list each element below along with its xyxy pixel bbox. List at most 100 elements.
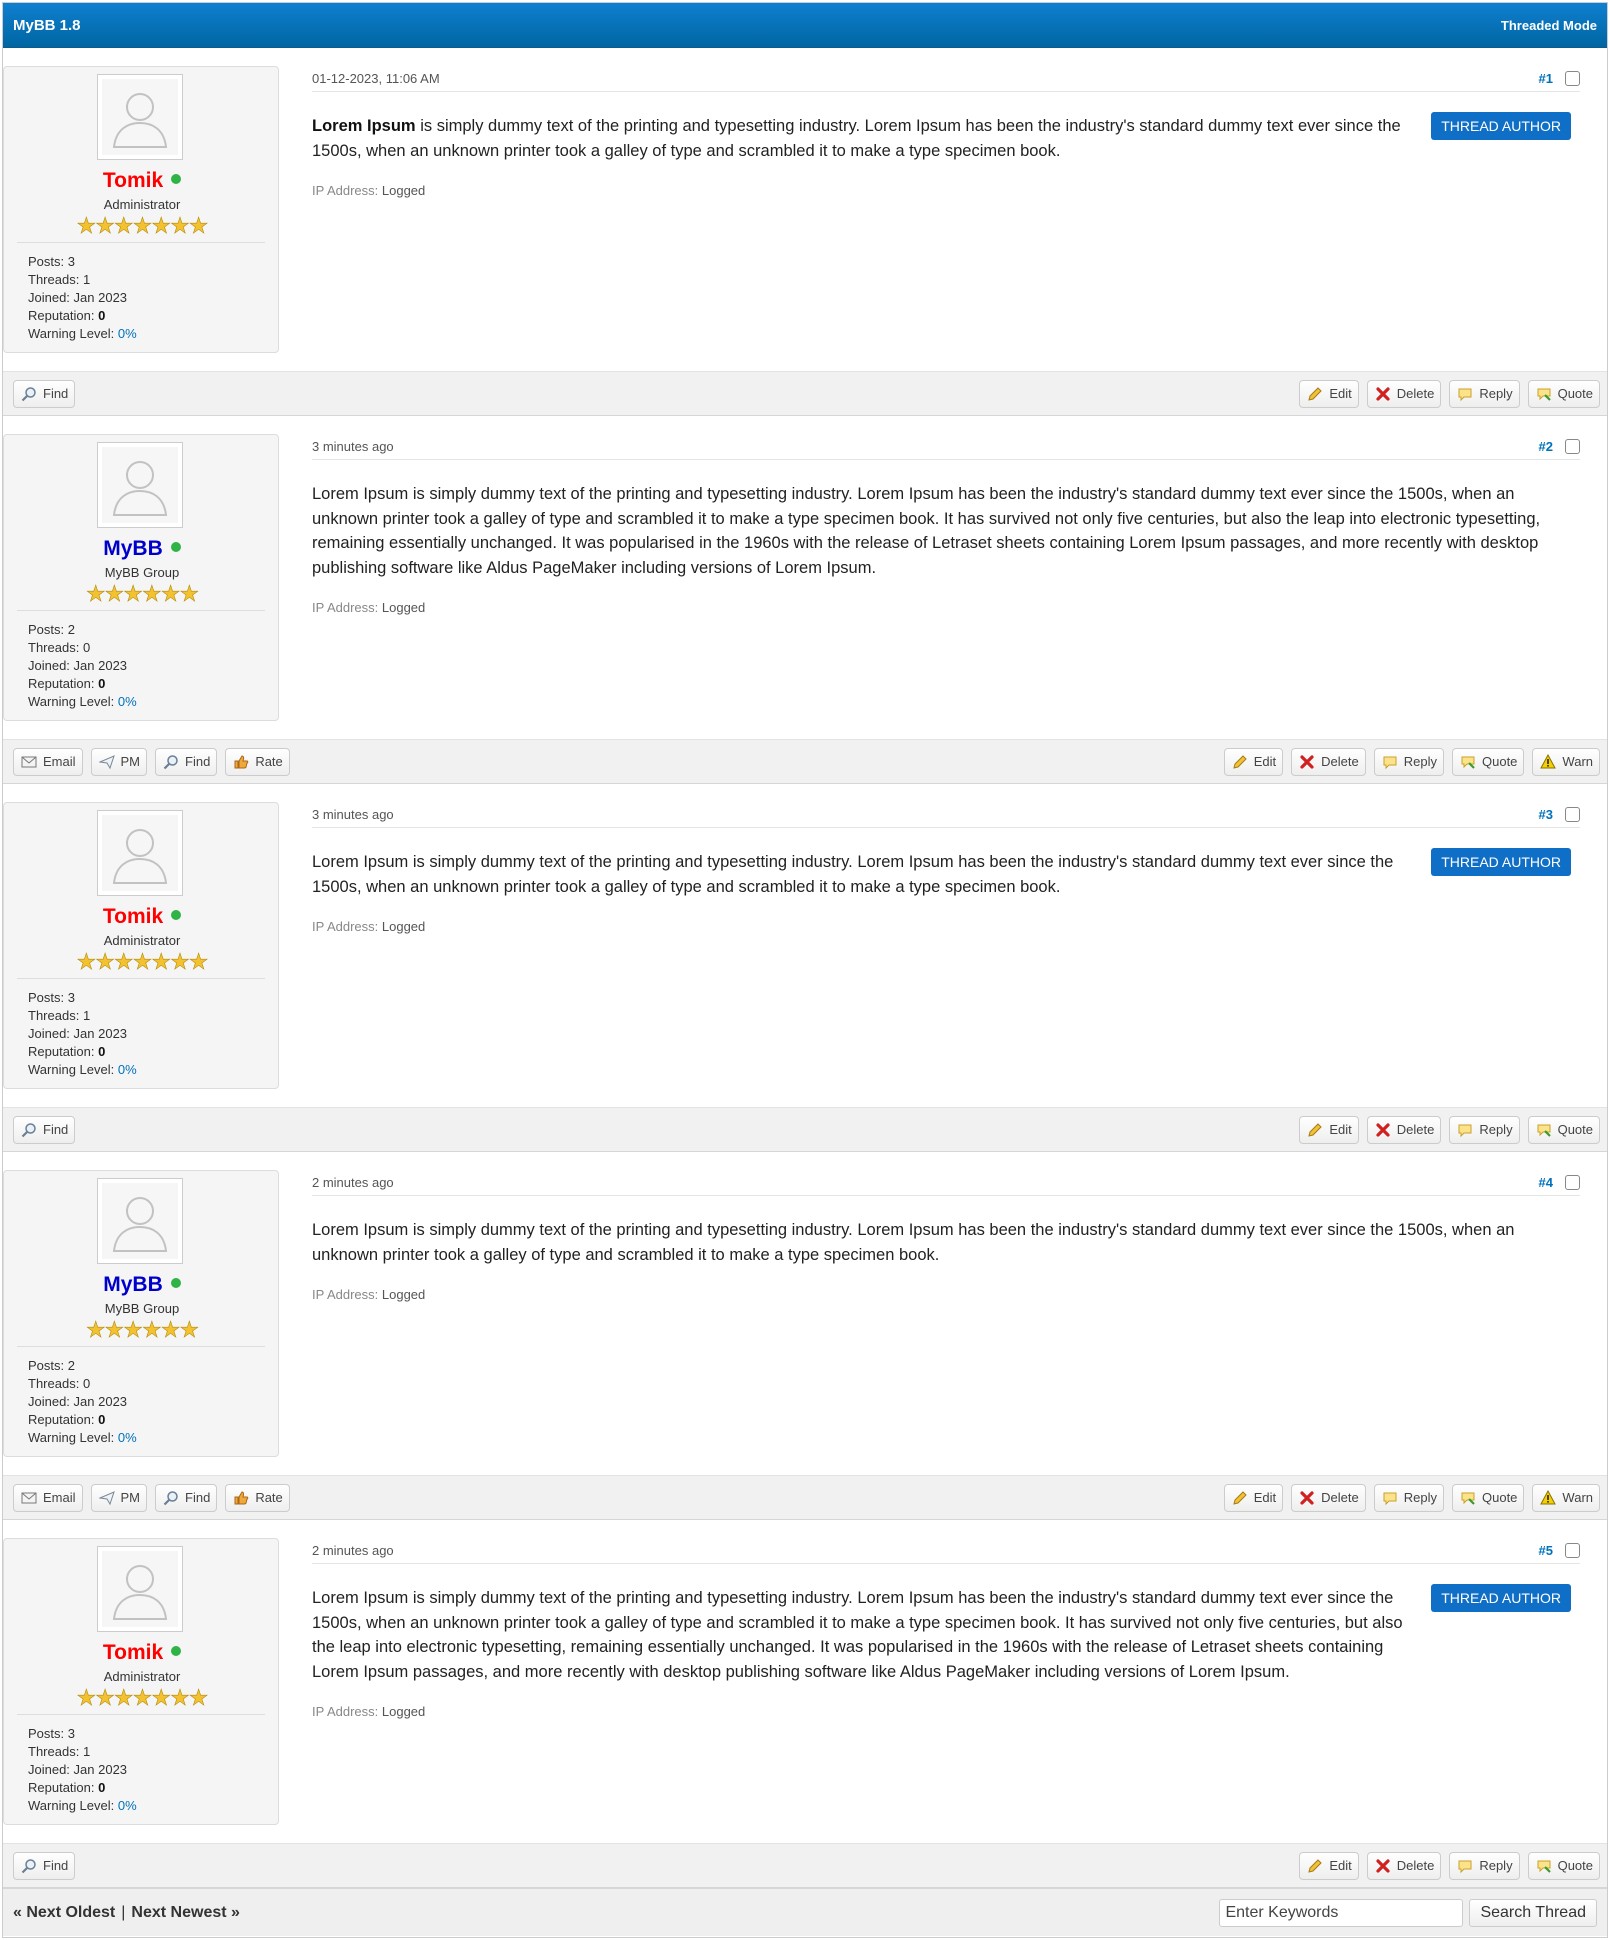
- email-button[interactable]: Email: [13, 747, 83, 776]
- thread-footer: « Next Oldest | Next Newest » Search Threa…: [3, 1888, 1607, 1936]
- avatar[interactable]: [97, 1178, 183, 1264]
- reputation-value[interactable]: 0: [98, 676, 105, 691]
- threaded-mode-link[interactable]: Threaded Mode: [1501, 18, 1597, 33]
- post-select-checkbox[interactable]: [1565, 1543, 1580, 1558]
- user-stats: Posts: 2 Threads: 0 Joined: Jan 2023 Rep…: [28, 622, 137, 709]
- search-keywords-input[interactable]: [1219, 1898, 1464, 1927]
- delete-x-icon: [1374, 385, 1392, 403]
- quote-bubble-icon: [1535, 385, 1553, 403]
- avatar[interactable]: [97, 442, 183, 528]
- quote-bubble-icon: [1535, 1121, 1553, 1139]
- username[interactable]: Tomik: [4, 169, 280, 193]
- post-select-checkbox[interactable]: [1565, 1175, 1580, 1190]
- username[interactable]: MyBB: [4, 1273, 280, 1297]
- reply-button[interactable]: Reply: [1449, 1851, 1520, 1880]
- post-buttons: Find Edit Delete Reply Quote: [3, 371, 1607, 415]
- post-number-link[interactable]: #5: [1539, 1543, 1553, 1558]
- username[interactable]: Tomik: [4, 1641, 280, 1665]
- reply-button[interactable]: Reply: [1449, 379, 1520, 408]
- post-number-link[interactable]: #2: [1539, 439, 1553, 454]
- pm-button[interactable]: PM: [90, 747, 148, 776]
- rate-button[interactable]: Rate: [225, 747, 290, 776]
- find-button[interactable]: Find: [13, 1851, 76, 1880]
- username[interactable]: Tomik: [4, 905, 280, 929]
- find-button[interactable]: Find: [13, 379, 76, 408]
- pm-button[interactable]: PM: [90, 1483, 148, 1512]
- threads-count: 1: [82, 1008, 91, 1023]
- find-button[interactable]: Find: [155, 1483, 218, 1512]
- edit-button[interactable]: Edit: [1223, 747, 1284, 776]
- warning-level-link[interactable]: 0%: [118, 1062, 137, 1077]
- warning-level-link[interactable]: 0%: [118, 1430, 137, 1445]
- avatar[interactable]: [97, 74, 183, 160]
- author-panel: MyBB MyBB Group ★★★★★★ Posts: 2 Threads:…: [3, 434, 279, 721]
- delete-button[interactable]: Delete: [1366, 379, 1442, 408]
- post-content: 01-12-2023, 11:06 AM #1 Lorem Ipsum is s…: [279, 48, 1607, 371]
- next-newest-link[interactable]: Next Newest »: [131, 1904, 240, 1921]
- post-number-link[interactable]: #4: [1539, 1175, 1553, 1190]
- warn-button[interactable]: Warn: [1532, 747, 1600, 776]
- email-button[interactable]: Email: [13, 1483, 83, 1512]
- delete-button[interactable]: Delete: [1366, 1115, 1442, 1144]
- delete-x-icon: [1298, 753, 1316, 771]
- reputation-value[interactable]: 0: [98, 1412, 105, 1427]
- thread-navigation: « Next Oldest | Next Newest »: [13, 1904, 240, 1922]
- post: Tomik Administrator ★★★★★★★ Posts: 3 Thr…: [3, 784, 1607, 1152]
- reputation-value[interactable]: 0: [98, 1780, 105, 1795]
- posts-count: 3: [67, 254, 75, 269]
- edit-button[interactable]: Edit: [1223, 1483, 1284, 1512]
- find-button[interactable]: Find: [155, 747, 218, 776]
- warning-level-link[interactable]: 0%: [118, 326, 137, 341]
- quote-button[interactable]: Quote: [1527, 379, 1600, 408]
- thread-author-badge: THREAD AUTHOR: [1431, 1584, 1571, 1612]
- avatar[interactable]: [97, 1546, 183, 1632]
- post-date: 2 minutes ago: [312, 1175, 394, 1190]
- envelope-icon: [20, 1489, 38, 1507]
- delete-button[interactable]: Delete: [1366, 1851, 1442, 1880]
- magnifier-icon: [162, 1489, 180, 1507]
- posts-count: 2: [67, 622, 75, 637]
- thread-container: MyBB 1.8 Threaded Mode Tomik Administrat…: [2, 2, 1608, 1938]
- warn-button[interactable]: Warn: [1532, 1483, 1600, 1512]
- find-button[interactable]: Find: [13, 1115, 76, 1144]
- quote-button[interactable]: Quote: [1452, 747, 1525, 776]
- edit-button[interactable]: Edit: [1299, 379, 1359, 408]
- quote-button[interactable]: Quote: [1452, 1483, 1525, 1512]
- delete-x-icon: [1374, 1857, 1392, 1875]
- speech-bubble-icon: [1381, 1489, 1399, 1507]
- delete-button[interactable]: Delete: [1291, 1483, 1366, 1512]
- post-content: 2 minutes ago #4 Lorem Ipsum is simply d…: [279, 1152, 1607, 1475]
- user-title: Administrator: [103, 197, 181, 212]
- post-select-checkbox[interactable]: [1565, 807, 1580, 822]
- reply-button[interactable]: Reply: [1373, 1483, 1444, 1512]
- quote-button[interactable]: Quote: [1527, 1115, 1600, 1144]
- magnifier-icon: [20, 1121, 38, 1139]
- rate-button[interactable]: Rate: [225, 1483, 290, 1512]
- reply-button[interactable]: Reply: [1449, 1115, 1520, 1144]
- posts-count: 3: [67, 1726, 75, 1741]
- post-content: 2 minutes ago #5 Lorem Ipsum is simply d…: [279, 1520, 1607, 1843]
- ip-address: IP Address: Logged: [312, 600, 426, 615]
- edit-button[interactable]: Edit: [1299, 1851, 1359, 1880]
- default-avatar-icon: [102, 1551, 178, 1627]
- reputation-value[interactable]: 0: [98, 1044, 105, 1059]
- user-stats: Posts: 3 Threads: 1 Joined: Jan 2023 Rep…: [28, 990, 137, 1077]
- next-oldest-link[interactable]: « Next Oldest: [13, 1904, 115, 1921]
- avatar[interactable]: [97, 810, 183, 896]
- pencil-icon: [1231, 1489, 1249, 1507]
- username[interactable]: MyBB: [4, 537, 280, 561]
- threads-count: 0: [82, 1376, 91, 1391]
- warning-level-link[interactable]: 0%: [118, 1798, 137, 1813]
- post-select-checkbox[interactable]: [1565, 71, 1580, 86]
- post-select-checkbox[interactable]: [1565, 439, 1580, 454]
- reply-button[interactable]: Reply: [1373, 747, 1444, 776]
- post-number-link[interactable]: #3: [1539, 807, 1553, 822]
- post-number-link[interactable]: #1: [1539, 71, 1553, 86]
- thumbs-up-icon: [232, 753, 250, 771]
- delete-button[interactable]: Delete: [1291, 747, 1366, 776]
- reputation-value[interactable]: 0: [98, 308, 105, 323]
- warning-level-link[interactable]: 0%: [118, 694, 137, 709]
- search-thread-button[interactable]: Search Thread: [1469, 1898, 1597, 1927]
- quote-button[interactable]: Quote: [1527, 1851, 1600, 1880]
- edit-button[interactable]: Edit: [1299, 1115, 1359, 1144]
